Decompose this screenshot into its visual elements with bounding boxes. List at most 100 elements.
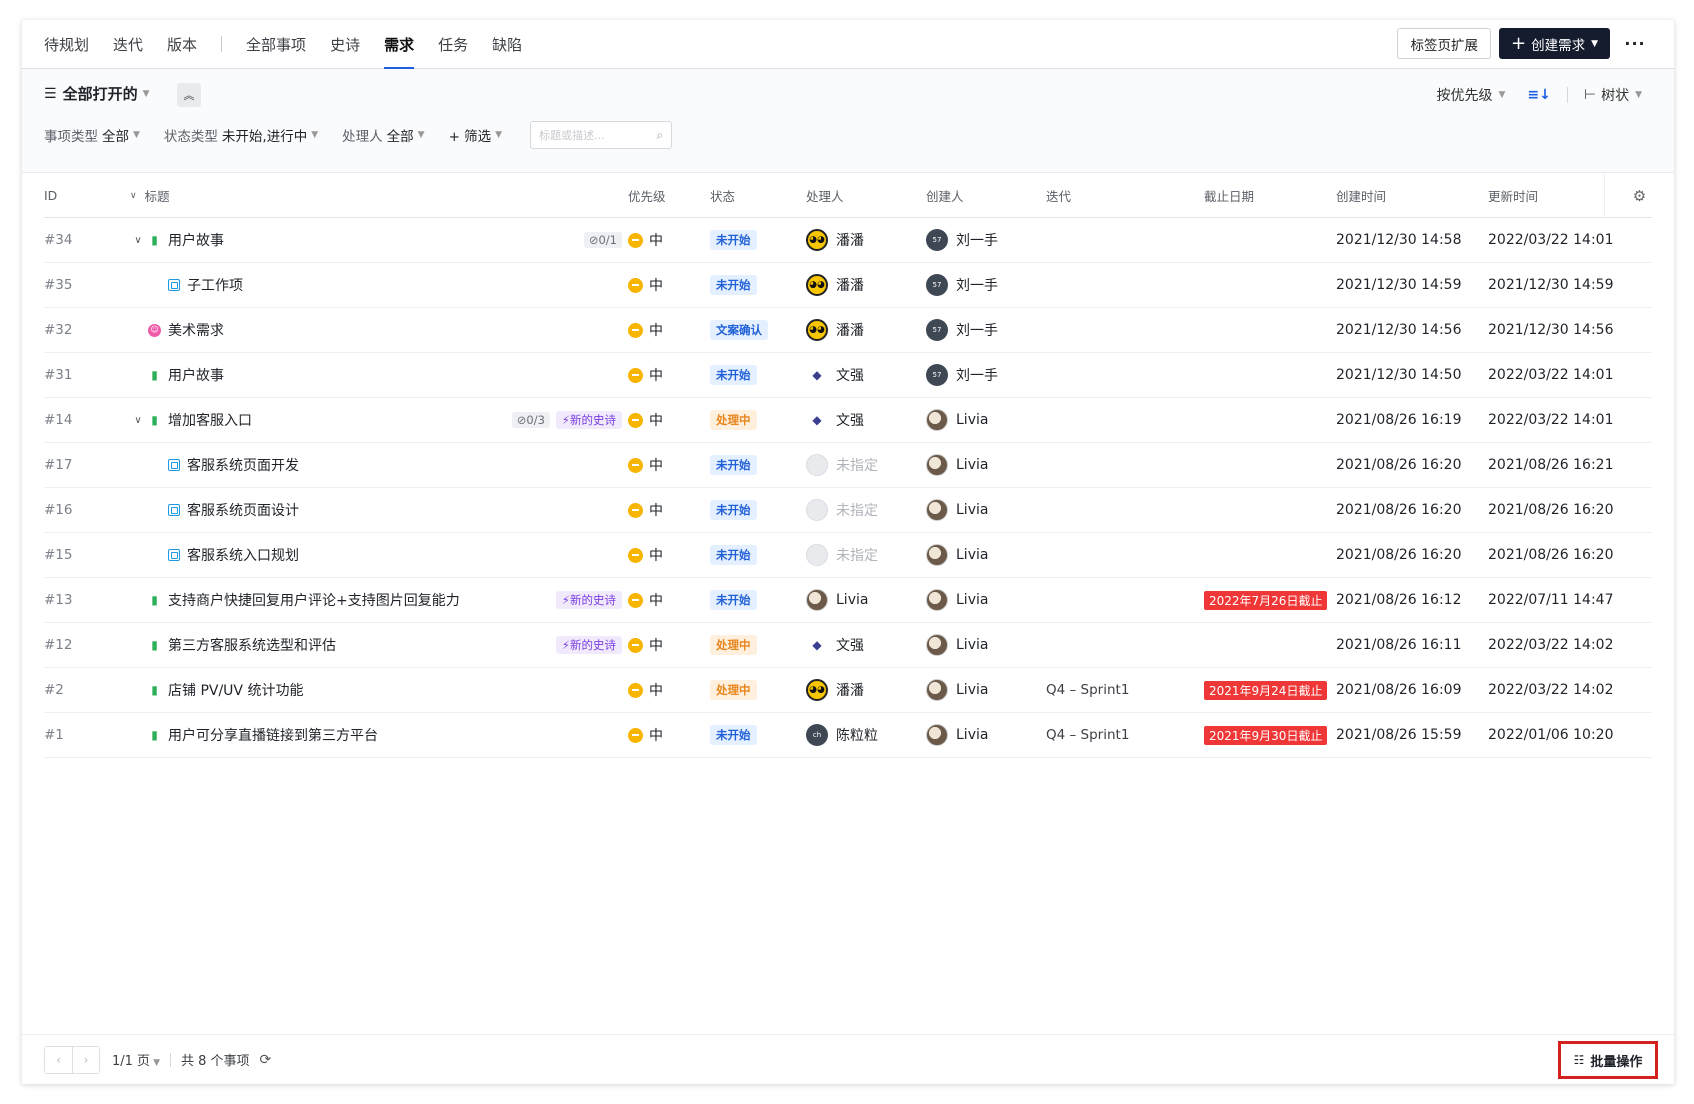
row-priority[interactable]: 中 [628, 713, 698, 757]
column-header-iteration[interactable]: 迭代 [1046, 174, 1196, 217]
chevron-down-icon[interactable]: ∨ [130, 415, 146, 426]
column-header-status[interactable]: 状态 [710, 174, 800, 217]
prev-page-button[interactable]: ‹ [45, 1047, 72, 1073]
row-title[interactable]: 用户故事 [168, 365, 224, 385]
tab-right-2[interactable]: 需求 [384, 20, 415, 69]
row-status[interactable]: 未开始 [710, 443, 800, 487]
row-due[interactable] [1204, 263, 1334, 307]
column-header-id[interactable]: ID [44, 174, 124, 217]
row-assignee[interactable]: 未指定 [806, 533, 916, 577]
row-title[interactable]: 增加客服入口 [168, 410, 252, 430]
row-iteration[interactable] [1046, 443, 1196, 487]
table-row[interactable]: #34 ∨ ▮ 用户故事 ⊘0/1 中 未开始 ◕◕ 潘潘 57 刘一手 2021/12/30 14:… [44, 218, 1652, 263]
table-row[interactable]: #16 客服系统页面设计 中 未开始 未指定 Livia 2021/08/26 16:20 2… [44, 488, 1652, 533]
row-iteration[interactable] [1046, 218, 1196, 262]
row-title[interactable]: 店铺 PV/UV 统计功能 [168, 680, 303, 700]
row-priority[interactable]: 中 [628, 668, 698, 712]
row-due[interactable] [1204, 218, 1334, 262]
row-priority[interactable]: 中 [628, 488, 698, 532]
row-due[interactable] [1204, 623, 1334, 667]
epic-badge[interactable]: ⚡新的史诗 [555, 636, 622, 654]
row-due[interactable]: 2022年7月26日截止 [1204, 578, 1334, 622]
sort-descending-icon[interactable]: ≡↓ [1527, 87, 1550, 103]
column-header-assignee[interactable]: 处理人 [806, 174, 916, 217]
search-icon[interactable]: ⌕ [656, 128, 663, 143]
table-row[interactable]: #17 客服系统页面开发 中 未开始 未指定 Livia 2021/08/26 16:20 2… [44, 443, 1652, 488]
row-assignee[interactable]: 未指定 [806, 488, 916, 532]
sort-selector[interactable]: 按优先级 [1436, 85, 1492, 105]
row-priority[interactable]: 中 [628, 578, 698, 622]
row-iteration[interactable] [1046, 398, 1196, 442]
filter-item-2[interactable]: 处理人 全部 ▼ [342, 125, 424, 145]
row-iteration[interactable] [1046, 578, 1196, 622]
row-priority[interactable]: 中 [628, 263, 698, 307]
row-status[interactable]: 处理中 [710, 398, 800, 442]
row-assignee[interactable]: ◕◕ 潘潘 [806, 218, 916, 262]
row-assignee[interactable]: ◆ 文强 [806, 398, 916, 442]
chevron-down-icon[interactable]: ∨ [130, 191, 137, 201]
row-priority[interactable]: 中 [628, 443, 698, 487]
table-row[interactable]: #35 子工作项 中 未开始 ◕◕ 潘潘 57 刘一手 2021/12/30 14:59 2021… [44, 263, 1652, 308]
row-iteration[interactable]: Q4 – Sprint1 [1046, 668, 1196, 712]
epic-badge[interactable]: ⚡新的史诗 [555, 591, 622, 609]
refresh-icon[interactable]: ⟳ [260, 1052, 272, 1068]
row-due[interactable] [1204, 308, 1334, 352]
table-row[interactable]: #15 客服系统入口规划 中 未开始 未指定 Livia 2021/08/26 16:20 2… [44, 533, 1652, 578]
row-priority[interactable]: 中 [628, 218, 698, 262]
view-selector[interactable]: ☰ 全部打开的 ▼ [44, 83, 150, 104]
tab-right-1[interactable]: 史诗 [330, 20, 360, 69]
row-status[interactable]: 未开始 [710, 488, 800, 532]
row-due[interactable] [1204, 398, 1334, 442]
row-title[interactable]: 子工作项 [187, 275, 243, 295]
column-header-title[interactable]: ∨ 标题 [130, 174, 630, 217]
row-iteration[interactable] [1046, 308, 1196, 352]
row-title-cell[interactable]: 子工作项 [130, 263, 630, 307]
table-row[interactable]: #2 ▮ 店铺 PV/UV 统计功能 中 处理中 ◕◕ 潘潘 Livia Q4 – Sprint… [44, 668, 1652, 713]
row-status[interactable]: 未开始 [710, 533, 800, 577]
row-status[interactable]: 未开始 [710, 263, 800, 307]
row-due[interactable] [1204, 488, 1334, 532]
next-page-button[interactable]: › [72, 1046, 99, 1073]
row-title-cell[interactable]: ▮ 第三方客服系统选型和评估 ⚡新的史诗 [130, 623, 630, 667]
row-iteration[interactable] [1046, 623, 1196, 667]
row-due[interactable]: 2021年9月30日截止 [1204, 713, 1334, 757]
row-title[interactable]: 客服系统页面设计 [187, 500, 299, 520]
row-title-cell[interactable]: ∨ ▮ 增加客服入口 ⊘0/3 ⚡新的史诗 [130, 398, 630, 442]
tab-extension-button[interactable]: 标签页扩展 [1397, 28, 1491, 59]
row-due[interactable] [1204, 443, 1334, 487]
filter-item-1[interactable]: 状态类型 未开始,进行中 ▼ [164, 125, 318, 145]
tab-left-2[interactable]: 版本 [167, 20, 197, 69]
row-due[interactable]: 2021年9月24日截止 [1204, 668, 1334, 712]
create-requirement-button[interactable]: + 创建需求 ▼ [1498, 28, 1610, 59]
column-header-created[interactable]: 创建时间 [1336, 174, 1486, 217]
row-status[interactable]: 处理中 [710, 623, 800, 667]
table-row[interactable]: #14 ∨ ▮ 增加客服入口 ⊘0/3 ⚡新的史诗 中 处理中 ◆ 文强 Livia 2021/08/… [44, 398, 1652, 443]
table-row[interactable]: #32 ☺ 美术需求 中 文案确认 ◕◕ 潘潘 57 刘一手 2021/12/30 14:56 20… [44, 308, 1652, 353]
row-title[interactable]: 客服系统页面开发 [187, 455, 299, 475]
bulk-operation-button[interactable]: ☷ 批量操作 [1558, 1041, 1658, 1079]
row-status[interactable]: 未开始 [710, 353, 800, 397]
tab-right-3[interactable]: 任务 [438, 20, 468, 69]
row-iteration[interactable] [1046, 353, 1196, 397]
row-title[interactable]: 用户可分享直播链接到第三方平台 [168, 725, 378, 745]
row-title-cell[interactable]: ☺ 美术需求 [130, 308, 630, 352]
row-status[interactable]: 文案确认 [710, 308, 800, 352]
row-status[interactable]: 处理中 [710, 668, 800, 712]
row-priority[interactable]: 中 [628, 308, 698, 352]
column-header-due[interactable]: 截止日期 [1204, 174, 1334, 217]
more-menu-button[interactable]: ··· [1622, 34, 1648, 53]
row-title-cell[interactable]: ▮ 用户故事 [130, 353, 630, 397]
row-iteration[interactable] [1046, 488, 1196, 532]
add-filter-button[interactable]: + 筛选 ▼ [449, 125, 503, 145]
row-title[interactable]: 支持商户快捷回复用户评论+支持图片回复能力 [168, 590, 460, 610]
row-title-cell[interactable]: 客服系统入口规划 [130, 533, 630, 577]
row-title[interactable]: 第三方客服系统选型和评估 [168, 635, 336, 655]
chevron-down-icon[interactable]: ∨ [130, 235, 146, 246]
view-mode-selector[interactable]: 树状 [1601, 85, 1629, 105]
row-priority[interactable]: 中 [628, 398, 698, 442]
row-title-cell[interactable]: ▮ 店铺 PV/UV 统计功能 [130, 668, 630, 712]
row-priority[interactable]: 中 [628, 623, 698, 667]
table-row[interactable]: #31 ▮ 用户故事 中 未开始 ◆ 文强 57 刘一手 2021/12/30 14:50 2022… [44, 353, 1652, 398]
row-iteration[interactable] [1046, 533, 1196, 577]
row-title[interactable]: 客服系统入口规划 [187, 545, 299, 565]
